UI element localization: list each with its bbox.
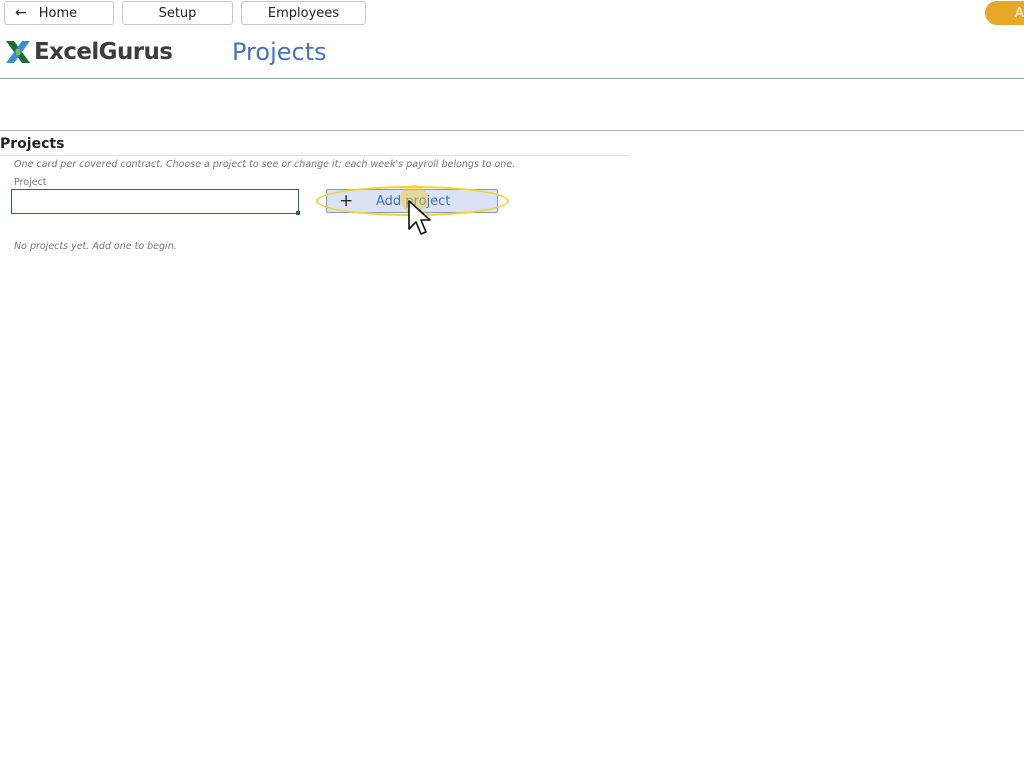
add-project-button-label: Add project bbox=[376, 193, 451, 209]
employees-button-label: Employees bbox=[267, 5, 340, 21]
logo-text: ExcelGurus bbox=[34, 39, 173, 65]
header-divider bbox=[0, 78, 1024, 79]
add-project-button[interactable]: + Add project bbox=[326, 189, 498, 213]
empty-state-message: No projects yet. Add one to begin. bbox=[14, 241, 177, 252]
excelgurus-logo: ExcelGurus bbox=[4, 38, 173, 66]
account-button[interactable]: A bbox=[985, 1, 1024, 25]
section-hint: One card per covered contract. Choose a … bbox=[14, 159, 516, 170]
home-button[interactable]: ← Home bbox=[4, 1, 114, 25]
setup-button-label: Setup bbox=[158, 5, 197, 21]
setup-button[interactable]: Setup bbox=[122, 1, 233, 25]
page-title: Projects bbox=[232, 38, 327, 66]
project-input[interactable] bbox=[11, 189, 299, 214]
section-divider bbox=[0, 155, 630, 156]
toolbar-divider bbox=[0, 130, 1024, 131]
arrow-left-icon: ← bbox=[15, 5, 27, 21]
project-field-label: Project bbox=[14, 177, 47, 188]
input-resize-handle bbox=[296, 211, 300, 215]
account-button-label: A bbox=[1015, 5, 1024, 21]
excelgurus-x-logo-icon bbox=[6, 41, 30, 63]
section-title: Projects bbox=[0, 136, 65, 152]
plus-icon: + bbox=[339, 191, 354, 211]
home-button-label: Home bbox=[38, 5, 78, 21]
employees-button[interactable]: Employees bbox=[241, 1, 366, 25]
